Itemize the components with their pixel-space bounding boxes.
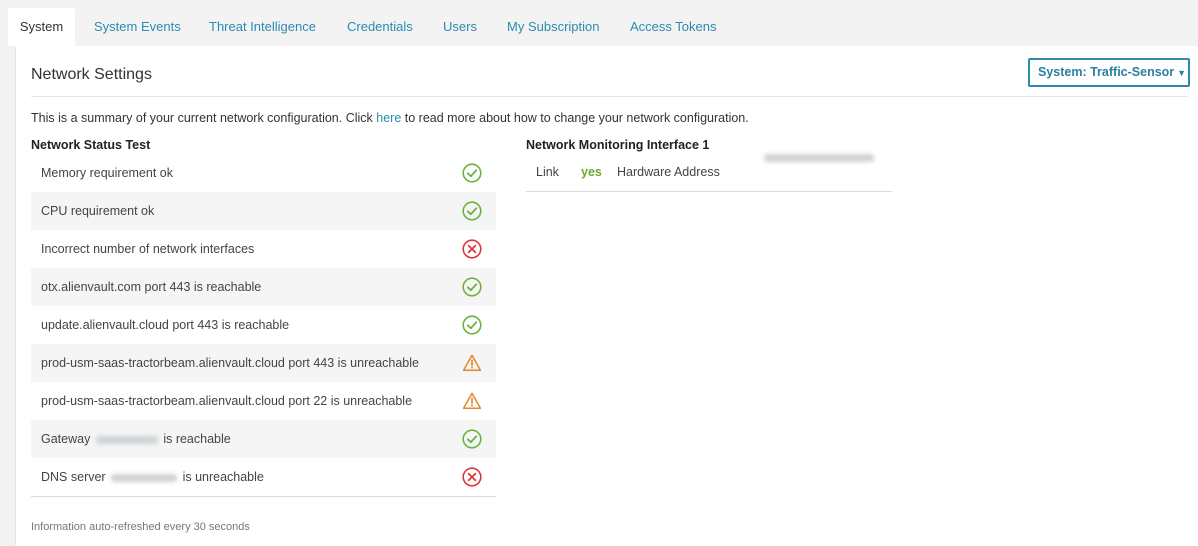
status-test-table: Memory requirement ok CPU requirement ok… [31, 154, 496, 497]
tab-system[interactable]: System [8, 8, 75, 46]
status-row: CPU requirement ok [31, 192, 496, 230]
redacted-mac [764, 154, 874, 162]
system-selector-dropdown[interactable]: System: Traffic-Sensor ▼ [1028, 58, 1190, 87]
status-row: update.alienvault.cloud port 443 is reac… [31, 306, 496, 344]
status-row: Incorrect number of network interfaces [31, 230, 496, 268]
check-circle-icon [462, 201, 482, 221]
summary-after: to read more about how to change your ne… [401, 111, 749, 125]
tab-threat-intelligence[interactable]: Threat Intelligence [209, 8, 316, 46]
status-row-label: Memory requirement ok [41, 166, 173, 180]
status-row: prod-usm-saas-tractorbeam.alienvault.clo… [31, 382, 496, 420]
error-circle-icon [462, 239, 482, 259]
error-circle-icon [462, 467, 482, 487]
system-selector-value: System: Traffic-Sensor [1038, 65, 1175, 79]
check-circle-icon [462, 163, 482, 183]
status-row-label: otx.alienvault.com port 443 is reachable [41, 280, 262, 294]
tab-my-subscription[interactable]: My Subscription [507, 8, 599, 46]
tab-bar: System System Events Threat Intelligence… [0, 0, 1198, 46]
help-link[interactable]: here [376, 111, 401, 125]
warning-triangle-icon [462, 354, 482, 372]
page-title: Network Settings [31, 66, 152, 83]
hardware-address-label: Hardware Address [617, 165, 720, 179]
interface-heading: Network Monitoring Interface 1 [526, 138, 710, 152]
status-row: Gateway is reachable [31, 420, 496, 458]
auto-refresh-note: Information auto-refreshed every 30 seco… [31, 521, 250, 533]
network-settings-panel: Network Settings System: Traffic-Sensor ▼… [15, 46, 1198, 546]
tab-credentials[interactable]: Credentials [347, 8, 413, 46]
status-row-label: DNS server is unreachable [41, 458, 264, 496]
summary-text: This is a summary of your current networ… [31, 111, 749, 125]
caret-down-icon: ▼ [1177, 68, 1187, 78]
tab-access-tokens[interactable]: Access Tokens [630, 8, 716, 46]
table-divider [31, 496, 496, 497]
status-row-label: CPU requirement ok [41, 204, 155, 218]
title-divider [31, 96, 1188, 97]
interface-row: Link yes Hardware Address [526, 154, 892, 192]
summary-before: This is a summary of your current networ… [31, 111, 377, 125]
warning-triangle-icon [462, 392, 482, 410]
dns-label: DNS server [41, 470, 106, 484]
tab-users[interactable]: Users [443, 8, 477, 46]
status-row: prod-usm-saas-tractorbeam.alienvault.clo… [31, 344, 496, 382]
status-row-label: update.alienvault.cloud port 443 is reac… [41, 318, 290, 332]
check-circle-icon [462, 429, 482, 449]
link-label: Link [536, 165, 559, 179]
tab-system-events[interactable]: System Events [94, 8, 181, 46]
status-row: otx.alienvault.com port 443 is reachable [31, 268, 496, 306]
status-row: DNS server is unreachable [31, 458, 496, 496]
gateway-status: is reachable [163, 432, 231, 446]
check-circle-icon [462, 315, 482, 335]
status-test-heading: Network Status Test [31, 138, 151, 152]
dns-status: is unreachable [182, 470, 264, 484]
status-row-label: Incorrect number of network interfaces [41, 242, 255, 256]
check-circle-icon [462, 277, 482, 297]
status-row-label: Gateway is reachable [41, 420, 231, 458]
status-row: Memory requirement ok [31, 154, 496, 192]
link-status: yes [581, 165, 602, 179]
status-row-label: prod-usm-saas-tractorbeam.alienvault.clo… [41, 394, 413, 408]
gateway-label: Gateway [41, 432, 91, 446]
redacted-ip [111, 473, 178, 482]
status-row-label: prod-usm-saas-tractorbeam.alienvault.clo… [41, 356, 419, 370]
redacted-ip [95, 435, 158, 444]
